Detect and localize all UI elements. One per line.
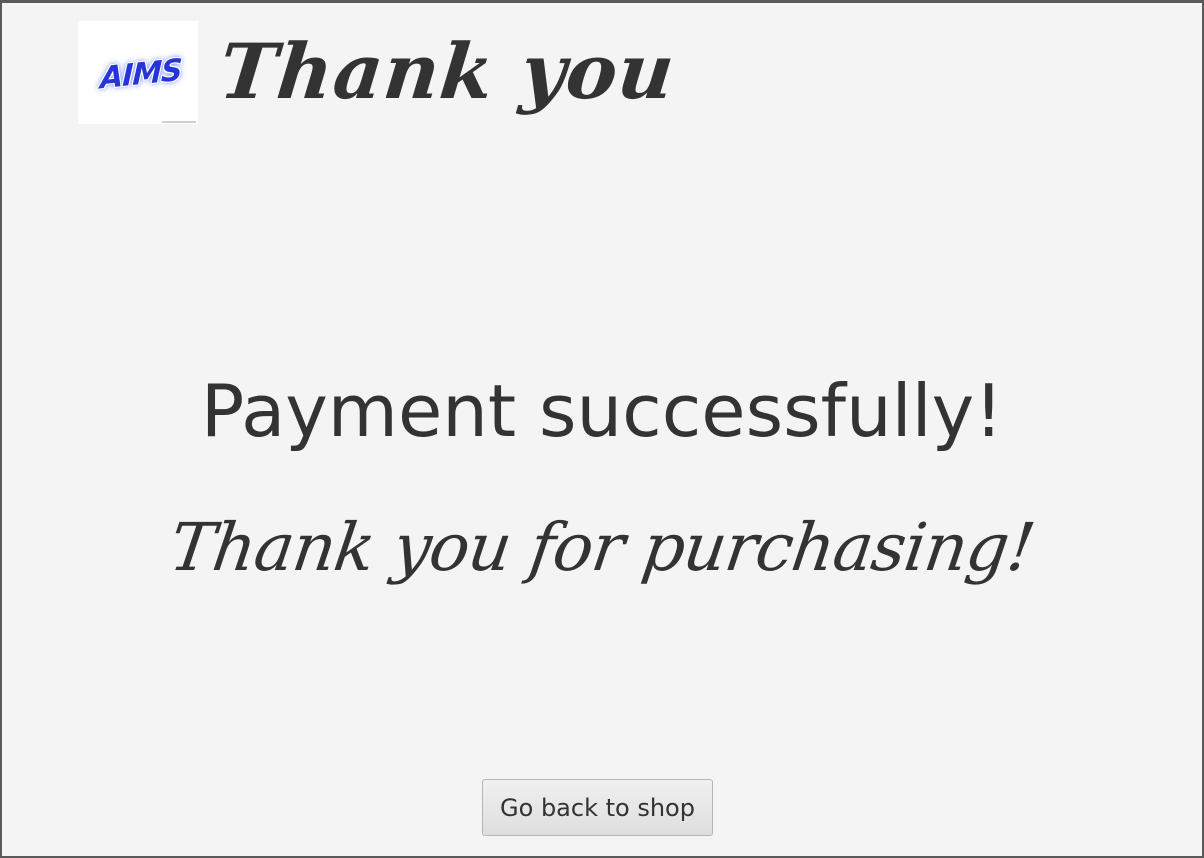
page-title: Thank you: [215, 27, 680, 116]
header: AIMS Thank you: [78, 19, 679, 125]
logo-fine-print: [162, 120, 196, 123]
go-back-to-shop-button[interactable]: Go back to shop: [482, 779, 713, 836]
aims-logo-text: AIMS: [99, 52, 183, 96]
aims-logo: AIMS: [78, 20, 198, 124]
payment-success-message: Payment successfully!: [200, 369, 1004, 453]
app-window: AIMS Thank you Payment successfully! Tha…: [0, 0, 1204, 858]
thank-you-message: Thank you for purchasing!: [165, 509, 1039, 586]
